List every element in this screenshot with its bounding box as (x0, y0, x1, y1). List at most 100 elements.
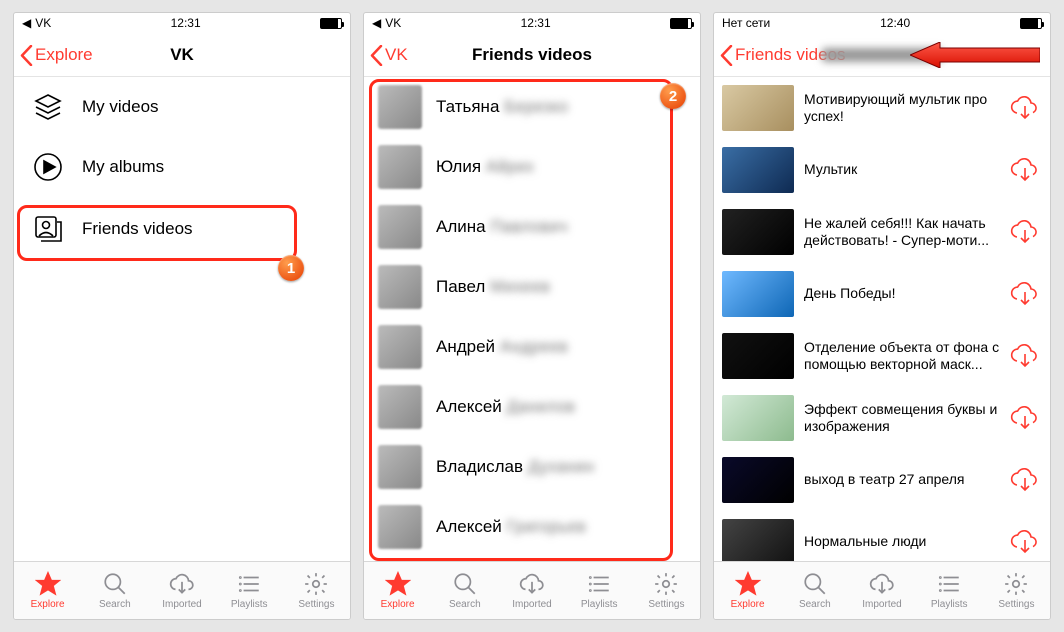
tab-search[interactable]: Search (81, 562, 148, 619)
back-arrow-icon: ◀ (22, 16, 31, 30)
tab-label: Settings (298, 599, 334, 610)
back-label: VK (385, 45, 408, 65)
download-button[interactable] (1010, 279, 1040, 309)
content: My videos My albums Friends videos 1 (14, 77, 350, 561)
video-row[interactable]: Не жалей себя!!! Как начать действовать!… (714, 201, 1050, 263)
tab-explore[interactable]: Explore (364, 562, 431, 619)
annotation-highlight (17, 205, 297, 261)
chevron-left-icon (20, 45, 33, 66)
video-row[interactable]: День Победы! (714, 263, 1050, 325)
download-button[interactable] (1010, 465, 1040, 495)
nav-bar: VK Friends videos (364, 33, 700, 77)
tab-search[interactable]: Search (781, 562, 848, 619)
tab-imported[interactable]: Imported (498, 562, 565, 619)
tab-explore[interactable]: Explore (14, 562, 81, 619)
video-title: Не жалей себя!!! Как начать действовать!… (804, 215, 1000, 250)
back-button[interactable]: VK (370, 33, 408, 77)
tab-label: Imported (162, 599, 201, 610)
download-button[interactable] (1010, 217, 1040, 247)
annotation-badge-2: 2 (660, 83, 686, 109)
nav-bar: Explore VK (14, 33, 350, 77)
tab-settings[interactable]: Settings (633, 562, 700, 619)
tab-imported[interactable]: Imported (848, 562, 915, 619)
video-row[interactable]: Эффект совмещения буквы и изображения (714, 387, 1050, 449)
list-icon (586, 571, 612, 597)
tab-bar: Explore Search Imported Playlists Settin… (14, 561, 350, 619)
tab-label: Explore (731, 599, 765, 610)
star-icon (735, 571, 761, 597)
star-icon (385, 571, 411, 597)
tab-search[interactable]: Search (431, 562, 498, 619)
video-title: выход в театр 27 апреля (804, 471, 1000, 489)
video-row[interactable]: Нормальные люди (714, 511, 1050, 561)
video-row[interactable]: выход в театр 27 апреля (714, 449, 1050, 511)
video-thumbnail (722, 147, 794, 193)
video-row[interactable]: Мотивирующий мультик про успех! (714, 77, 1050, 139)
status-bar: ◀ VK 12:31 (14, 13, 350, 33)
nav-title: Friends videos (472, 45, 592, 65)
tab-label: Explore (31, 599, 65, 610)
tab-label: Playlists (931, 599, 968, 610)
tab-label: Search (99, 599, 131, 610)
tab-explore[interactable]: Explore (714, 562, 781, 619)
tab-settings[interactable]: Settings (283, 562, 350, 619)
back-button[interactable]: Explore (20, 33, 93, 77)
video-title: Отделение объекта от фона с помощью вект… (804, 339, 1000, 374)
gear-icon (303, 571, 329, 597)
video-thumbnail (722, 85, 794, 131)
tab-label: Search (799, 599, 831, 610)
tab-imported[interactable]: Imported (148, 562, 215, 619)
tab-playlists[interactable]: Playlists (566, 562, 633, 619)
cloud-download-icon (519, 571, 545, 597)
cloud-download-icon (869, 571, 895, 597)
menu-item-my-videos[interactable]: My videos (14, 77, 350, 137)
download-button[interactable] (1010, 93, 1040, 123)
tab-label: Explore (381, 599, 415, 610)
battery-icon (670, 18, 692, 29)
video-row[interactable]: Мультик (714, 139, 1050, 201)
play-circle-icon (32, 151, 64, 183)
status-bar: Нет сети 12:40 (714, 13, 1050, 33)
screen-1: ◀ VK 12:31 Explore VK My videos My album… (13, 12, 351, 620)
menu-label: My videos (82, 97, 159, 117)
screen-2: ◀ VK 12:31 VK Friends videos Татьяна Бер… (363, 12, 701, 620)
video-thumbnail (722, 519, 794, 561)
tab-label: Imported (862, 599, 901, 610)
chevron-left-icon (370, 45, 383, 66)
video-row[interactable]: Отделение объекта от фона с помощью вект… (714, 325, 1050, 387)
tab-label: Imported (512, 599, 551, 610)
gear-icon (653, 571, 679, 597)
list-icon (936, 571, 962, 597)
tab-playlists[interactable]: Playlists (916, 562, 983, 619)
content: Мотивирующий мультик про успех!Мультик Не… (714, 77, 1050, 561)
tab-playlists[interactable]: Playlists (216, 562, 283, 619)
annotation-highlight (369, 79, 673, 561)
back-label: Explore (35, 45, 93, 65)
download-button[interactable] (1010, 155, 1040, 185)
video-title: Эффект совмещения буквы и изображения (804, 401, 1000, 436)
menu-item-my-albums[interactable]: My albums (14, 137, 350, 197)
battery-icon (320, 18, 342, 29)
search-icon (452, 571, 478, 597)
screen-3: Нет сети 12:40 Friends videos Мотивирующ… (713, 12, 1051, 620)
clock: 12:31 (171, 16, 201, 30)
carrier-label: VK (385, 16, 401, 30)
tab-label: Playlists (581, 599, 618, 610)
clock: 12:31 (521, 16, 551, 30)
cloud-download-icon (169, 571, 195, 597)
tab-label: Settings (648, 599, 684, 610)
tab-settings[interactable]: Settings (983, 562, 1050, 619)
video-thumbnail (722, 271, 794, 317)
video-thumbnail (722, 457, 794, 503)
download-button[interactable] (1010, 403, 1040, 433)
video-thumbnail (722, 209, 794, 255)
tab-label: Playlists (231, 599, 268, 610)
download-button[interactable] (1010, 341, 1040, 371)
battery-icon (1020, 18, 1042, 29)
status-bar: ◀ VK 12:31 (364, 13, 700, 33)
search-icon (802, 571, 828, 597)
list-icon (236, 571, 262, 597)
back-arrow-icon: ◀ (372, 16, 381, 30)
tab-bar: Explore Search Imported Playlists Settin… (714, 561, 1050, 619)
download-button[interactable] (1010, 527, 1040, 557)
